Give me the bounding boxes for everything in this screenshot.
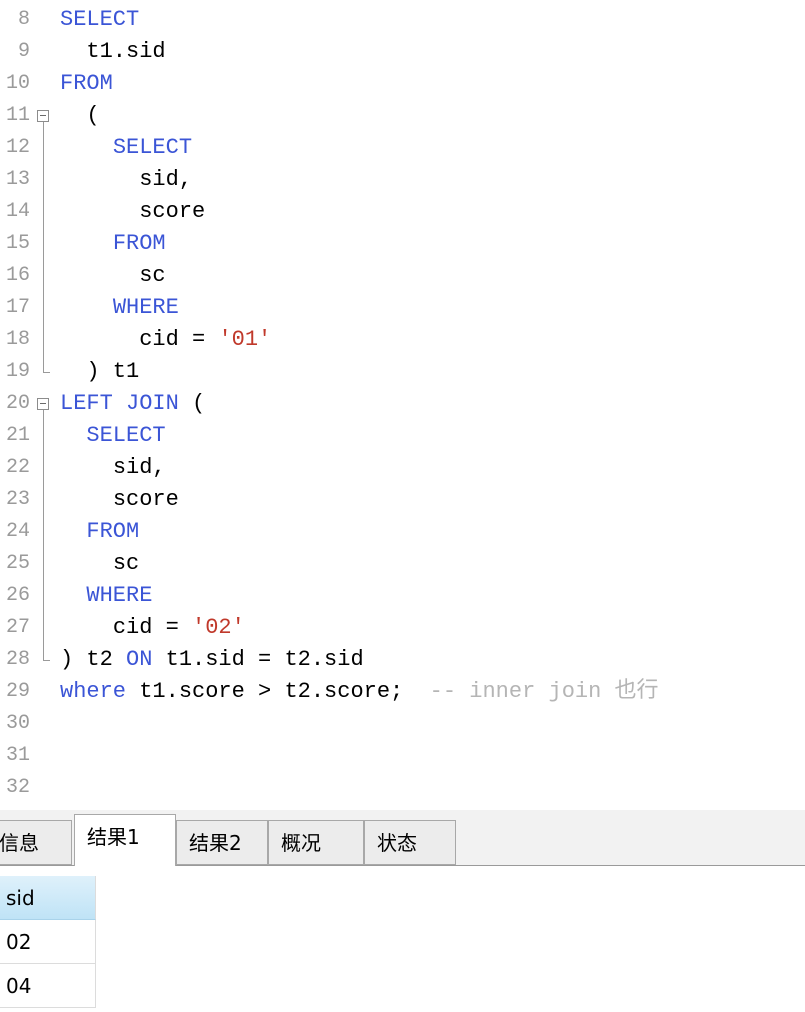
line-number: 16 (5, 264, 30, 287)
string-literal: '01' (218, 327, 272, 352)
line-number: 12 (5, 136, 30, 159)
line-number: 28 (5, 648, 30, 671)
sql-keyword: WHERE (112, 295, 179, 320)
line-number: 15 (5, 232, 30, 255)
fold-toggle-icon[interactable] (37, 110, 49, 122)
code-line[interactable]: score (60, 484, 179, 516)
fold-guide-line (43, 122, 44, 372)
code-line[interactable]: SELECT (60, 132, 192, 164)
code-comment: -- inner join 也行 (429, 679, 659, 704)
code-line[interactable]: WHERE (60, 580, 152, 612)
line-number: 9 (17, 40, 30, 63)
code-line[interactable]: SELECT (60, 4, 139, 36)
fold-end-marker (43, 660, 50, 661)
fold-toggle-icon[interactable] (37, 398, 49, 410)
code-line[interactable]: ) t2 ON t1.sid = t2.sid (60, 644, 364, 676)
sql-keyword: SELECT (112, 135, 193, 160)
line-number: 11 (5, 104, 30, 127)
code-line[interactable]: where t1.score > t2.score; -- inner join… (60, 676, 659, 708)
line-number: 18 (5, 328, 30, 351)
code-text: sid, (139, 167, 193, 192)
tab-result-2[interactable]: 结果2 (176, 820, 268, 865)
code-line[interactable]: WHERE (60, 292, 179, 324)
code-line[interactable]: FROM (60, 68, 113, 100)
code-text: score (139, 199, 206, 224)
line-number: 10 (5, 72, 30, 95)
line-number: 20 (5, 392, 30, 415)
line-number: 14 (5, 200, 30, 223)
sql-keyword: SELECT (86, 423, 166, 448)
code-text: score (112, 487, 179, 512)
code-text: sc (139, 263, 166, 288)
sql-keyword: FROM (86, 519, 140, 544)
code-text: ( (86, 103, 100, 128)
line-number: 24 (5, 520, 30, 543)
code-line[interactable]: FROM (60, 228, 166, 260)
code-text: cid = (139, 327, 219, 352)
code-text: t1.sid = t2.sid (152, 647, 364, 672)
line-number: 30 (5, 712, 30, 735)
code-line[interactable]: cid = '01' (60, 324, 271, 356)
sql-keyword: FROM (112, 231, 166, 256)
code-text: ) t2 (60, 647, 127, 672)
tab-overview[interactable]: 概况 (268, 820, 364, 865)
code-text: sc (112, 551, 140, 576)
code-text: cid = (112, 615, 193, 640)
code-line[interactable]: SELECT (60, 420, 166, 452)
code-line[interactable]: ( (60, 100, 100, 132)
code-line[interactable]: score (60, 196, 205, 228)
line-number-gutter: 8 9 10 11 12 13 14 15 16 17 18 19 20 21 22 23 24 25 26 27 28… (0, 0, 56, 810)
sql-keyword: SELECT (60, 7, 140, 32)
line-number: 8 (17, 8, 30, 31)
code-line[interactable]: FROM (60, 516, 139, 548)
code-text: ) t1 (86, 359, 140, 384)
code-line[interactable]: sc (60, 260, 166, 292)
fold-guide-line (43, 410, 44, 660)
line-number: 19 (5, 360, 30, 383)
sql-keyword: ON (126, 647, 153, 672)
sql-keyword: FROM (60, 71, 113, 96)
line-number: 31 (5, 744, 30, 767)
code-text: sid, (112, 455, 166, 480)
line-number: 25 (5, 552, 30, 575)
table-row[interactable]: 02 (0, 920, 96, 964)
code-text: t1.sid (86, 39, 166, 64)
tab-info[interactable]: 信息 (0, 820, 72, 865)
sql-keyword: WHERE (86, 583, 153, 608)
code-line[interactable]: t1.sid (60, 36, 166, 68)
line-number: 22 (5, 456, 30, 479)
line-number: 21 (5, 424, 30, 447)
line-number: 23 (5, 488, 30, 511)
string-literal: '02' (192, 615, 245, 640)
column-header-sid[interactable]: sid (0, 876, 96, 920)
code-line[interactable]: ) t1 (60, 356, 139, 388)
table-row[interactable]: 04 (0, 964, 96, 1008)
code-line[interactable]: sid, (60, 164, 192, 196)
code-line[interactable]: LEFT JOIN ( (60, 388, 205, 420)
line-number: 26 (5, 584, 30, 607)
code-line[interactable]: sid, (60, 452, 166, 484)
line-number: 17 (5, 296, 30, 319)
fold-end-marker (43, 372, 50, 373)
code-line[interactable]: sc (60, 548, 139, 580)
result-tab-bar: 信息 结果1 结果2 概况 状态 (0, 810, 805, 866)
sql-editor[interactable]: 8 9 10 11 12 13 14 15 16 17 18 19 20 21 22 23 24 25 26 27 28… (0, 0, 805, 810)
sql-keyword: LEFT JOIN (60, 391, 179, 416)
tab-result-1[interactable]: 结果1 (74, 814, 176, 866)
result-grid[interactable]: sid 02 04 (0, 866, 805, 1012)
tab-status[interactable]: 状态 (364, 820, 456, 865)
sql-keyword: where (60, 679, 127, 704)
line-number: 32 (5, 776, 30, 799)
code-text: t1.score > t2.score; (126, 679, 430, 704)
line-number: 13 (5, 168, 30, 191)
line-number: 27 (5, 616, 30, 639)
code-text: ( (178, 391, 206, 416)
line-number: 29 (5, 680, 30, 703)
code-line[interactable]: cid = '02' (60, 612, 245, 644)
